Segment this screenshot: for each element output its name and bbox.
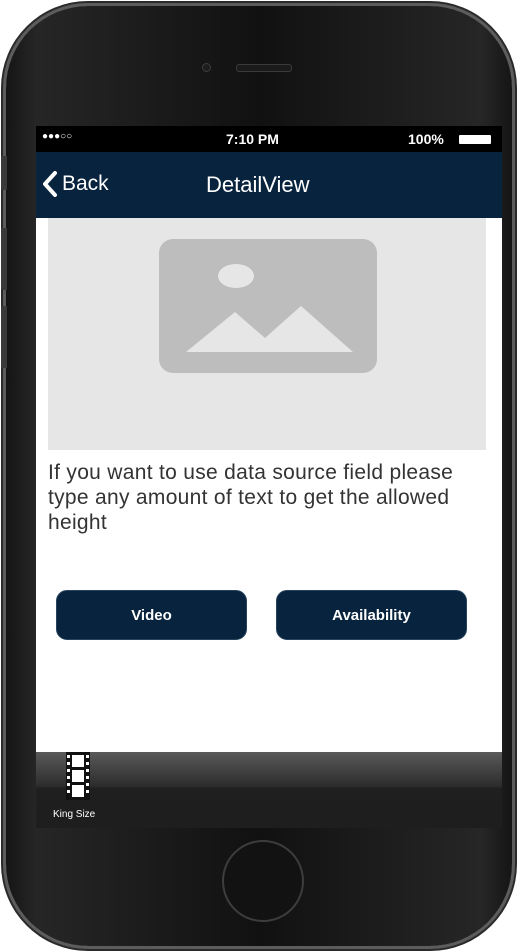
mute-switch	[1, 156, 7, 190]
home-button[interactable]	[222, 840, 304, 922]
chevron-left-icon	[42, 171, 58, 197]
detail-image	[48, 218, 486, 450]
earpiece-speaker	[236, 64, 292, 72]
availability-button[interactable]: Availability	[276, 590, 467, 640]
signal-strength: ●●●○○	[42, 131, 73, 142]
status-time: 7:10 PM	[226, 131, 279, 147]
navigation-bar: Back DetailView	[36, 152, 502, 218]
video-button[interactable]: Video	[56, 590, 247, 640]
back-label: Back	[62, 172, 109, 195]
front-camera	[202, 63, 211, 72]
tab-label: King Size	[53, 809, 96, 820]
tab-king-size[interactable]: King Size	[36, 752, 126, 828]
battery-icon	[459, 135, 491, 144]
back-button[interactable]: Back	[42, 166, 109, 202]
tab-bar: King Size	[36, 752, 502, 828]
status-bar: ●●●○○ 7:10 PM 100%	[36, 126, 502, 152]
film-icon	[66, 752, 90, 805]
page-title: DetailView	[206, 172, 310, 197]
phone-screen: ●●●○○ 7:10 PM 100% Back DetailView If yo…	[36, 126, 502, 828]
battery-percentage: 100%	[408, 131, 444, 147]
volume-down-button	[1, 306, 7, 368]
image-placeholder-icon	[159, 239, 377, 373]
description-text: If you want to use data source field ple…	[48, 461, 454, 534]
volume-up-button	[1, 228, 7, 290]
